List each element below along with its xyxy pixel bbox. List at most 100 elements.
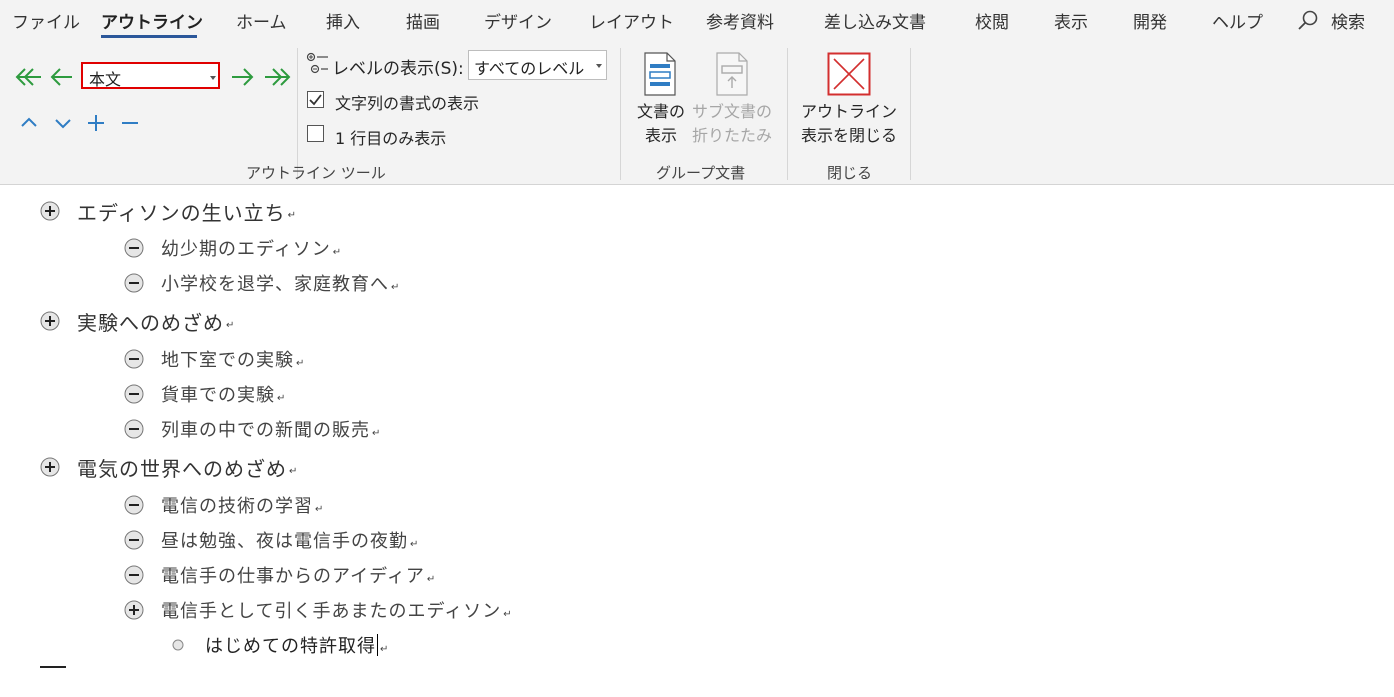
demote-icon[interactable] bbox=[230, 66, 254, 88]
close-outline-line1: アウトライン bbox=[800, 102, 897, 121]
outline-heading-1[interactable]: 実験へのめざめ ↵ bbox=[40, 306, 234, 336]
outline-text: 昼は勉強、夜は電信手の夜勤 bbox=[161, 531, 408, 552]
expand-icon[interactable] bbox=[87, 114, 105, 132]
collapsed-outline-icon[interactable] bbox=[124, 238, 144, 258]
tab-outline[interactable]: アウトライン bbox=[101, 8, 203, 33]
promote-icon[interactable] bbox=[50, 66, 74, 88]
search-label[interactable]: 検索 bbox=[1331, 8, 1365, 33]
expand-outline-icon[interactable] bbox=[124, 600, 144, 620]
outline-text: 電気の世界へのめざめ bbox=[77, 456, 287, 481]
ribbon-tab-bar: ファイル アウトライン ホーム 挿入 描画 デザイン レイアウト 参考資料 差し… bbox=[0, 0, 1394, 44]
outline-text: 実験へのめざめ bbox=[77, 310, 224, 335]
tab-file[interactable]: ファイル bbox=[12, 8, 80, 33]
collapsed-outline-icon[interactable] bbox=[124, 565, 144, 585]
outline-level-value: 本文 bbox=[89, 70, 122, 89]
text-cursor bbox=[377, 634, 378, 656]
demote-to-body-icon[interactable] bbox=[263, 66, 291, 88]
collapsed-outline-icon[interactable] bbox=[124, 530, 144, 550]
outline-heading-2[interactable]: 貨車での実験 ↵ bbox=[124, 379, 285, 409]
show-formatting-label: 文字列の書式の表示 bbox=[335, 94, 480, 113]
tab-layout[interactable]: レイアウト bbox=[589, 8, 674, 33]
search-icon[interactable] bbox=[1297, 10, 1319, 32]
outline-text: 幼少期のエディソン bbox=[161, 239, 331, 260]
show-level-select[interactable]: すべてのレベル bbox=[468, 50, 607, 80]
tab-view[interactable]: 表示 bbox=[1054, 8, 1088, 33]
outline-text: 小学校を退学、家庭教育へ bbox=[161, 274, 389, 295]
outline-text: エディソンの生い立ち bbox=[77, 200, 286, 225]
collapse-icon[interactable] bbox=[121, 114, 139, 132]
outline-body-text[interactable]: はじめての特許取得 ↵ bbox=[168, 630, 388, 660]
separator bbox=[620, 48, 621, 180]
first-line-only-label: 1 行目のみ表示 bbox=[335, 129, 447, 148]
tab-home[interactable]: ホーム bbox=[236, 8, 287, 33]
move-down-icon[interactable] bbox=[54, 116, 72, 132]
outline-text: 列車の中での新聞の販売 bbox=[161, 420, 370, 441]
collapsed-outline-icon[interactable] bbox=[124, 349, 144, 369]
collapse-subdocuments-line2: 折りたたみ bbox=[691, 126, 772, 145]
paragraph-mark-icon: ↵ bbox=[296, 357, 305, 369]
tab-references[interactable]: 参考資料 bbox=[706, 8, 774, 33]
ribbon: 本文 レベルの表示(S): すべてのレベル 文字列の書式の表示 1 行目のみ表示… bbox=[0, 44, 1394, 185]
outline-heading-1[interactable]: 電気の世界へのめざめ ↵ bbox=[40, 452, 297, 482]
paragraph-mark-icon: ↵ bbox=[226, 319, 235, 331]
tab-design[interactable]: デザイン bbox=[484, 8, 552, 33]
collapsed-outline-icon[interactable] bbox=[124, 273, 144, 293]
show-level-label: レベルの表示(S): bbox=[332, 59, 464, 79]
show-document-line2: 表示 bbox=[644, 126, 677, 145]
outline-heading-2[interactable]: 幼少期のエディソン ↵ bbox=[124, 233, 341, 263]
expand-outline-icon[interactable] bbox=[40, 201, 60, 221]
outline-heading-2[interactable]: 昼は勉強、夜は電信手の夜勤 ↵ bbox=[124, 525, 418, 555]
paragraph-mark-icon: ↵ bbox=[391, 281, 400, 293]
show-level-value: すべてのレベル bbox=[474, 59, 585, 78]
paragraph-mark-icon: ↵ bbox=[372, 427, 381, 439]
document-area[interactable]: エディソンの生い立ち ↵ 幼少期のエディソン ↵ 小学校を退学、家庭教育へ ↵ 実験へのめざ… bbox=[0, 185, 1394, 697]
collapse-subdocuments-line1: サブ文書の bbox=[691, 102, 772, 121]
first-line-only-checkbox[interactable] bbox=[307, 125, 324, 142]
collapsed-outline-icon[interactable] bbox=[124, 495, 144, 515]
outline-heading-2[interactable]: 電信の技術の学習 ↵ bbox=[124, 490, 323, 520]
close-outline-line2: 表示を閉じる bbox=[800, 126, 897, 145]
outline-text: はじめての特許取得 bbox=[205, 636, 376, 657]
tab-review[interactable]: 校閲 bbox=[975, 8, 1009, 33]
tab-developer[interactable]: 開発 bbox=[1133, 8, 1167, 33]
outline-heading-2[interactable]: 電信手の仕事からのアイディア ↵ bbox=[124, 560, 435, 590]
paragraph-mark-icon: ↵ bbox=[426, 573, 436, 585]
checkmark-icon bbox=[309, 94, 322, 106]
tab-mailings[interactable]: 差し込み文書 bbox=[824, 8, 926, 33]
move-up-icon[interactable] bbox=[20, 114, 38, 130]
show-document-icon[interactable] bbox=[643, 52, 677, 96]
tab-insert[interactable]: 挿入 bbox=[326, 8, 360, 33]
outline-text: 電信手として引く手あまたのエディソン bbox=[161, 601, 502, 622]
collapsed-outline-icon[interactable] bbox=[124, 419, 144, 439]
paragraph-mark-icon: ↵ bbox=[503, 608, 512, 620]
close-outline-view-button[interactable]: アウトライン 表示を閉じる bbox=[796, 100, 902, 148]
paragraph-mark-icon: ↵ bbox=[277, 392, 286, 404]
outline-heading-2[interactable]: 小学校を退学、家庭教育へ ↵ bbox=[124, 268, 399, 298]
outline-heading-2[interactable]: 電信手として引く手あまたのエディソン ↵ bbox=[124, 595, 512, 625]
tab-help[interactable]: ヘルプ bbox=[1212, 8, 1263, 33]
promote-to-heading1-icon[interactable] bbox=[15, 66, 43, 88]
paragraph-mark-icon: ↵ bbox=[380, 643, 389, 655]
show-formatting-checkbox[interactable] bbox=[307, 91, 324, 108]
outline-heading-2[interactable]: 地下室での実験 ↵ bbox=[124, 344, 304, 374]
show-document-button[interactable]: 文書の 表示 bbox=[633, 100, 689, 148]
outline-heading-1[interactable]: エディソンの生い立ち ↵ bbox=[40, 196, 296, 226]
tab-draw[interactable]: 描画 bbox=[406, 8, 440, 33]
active-tab-indicator bbox=[101, 35, 197, 38]
expand-outline-icon[interactable] bbox=[40, 311, 60, 331]
group-label-close: 閉じる bbox=[827, 164, 873, 182]
close-outline-icon[interactable] bbox=[827, 52, 871, 96]
separator bbox=[787, 48, 788, 180]
outline-text: 電信の技術の学習 bbox=[161, 496, 313, 517]
group-label-master-document: グループ文書 bbox=[656, 164, 746, 182]
body-text-bullet-icon[interactable] bbox=[168, 635, 188, 655]
expand-outline-icon[interactable] bbox=[40, 457, 60, 477]
show-level-icon bbox=[306, 52, 328, 74]
separator bbox=[297, 48, 298, 180]
outline-level-select[interactable]: 本文 bbox=[81, 62, 220, 89]
separator bbox=[910, 48, 911, 180]
chevron-down-icon bbox=[210, 76, 216, 80]
outline-heading-2[interactable]: 列車の中での新聞の販売 ↵ bbox=[124, 414, 380, 444]
collapsed-outline-icon[interactable] bbox=[124, 384, 144, 404]
end-of-document-mark bbox=[40, 666, 66, 668]
